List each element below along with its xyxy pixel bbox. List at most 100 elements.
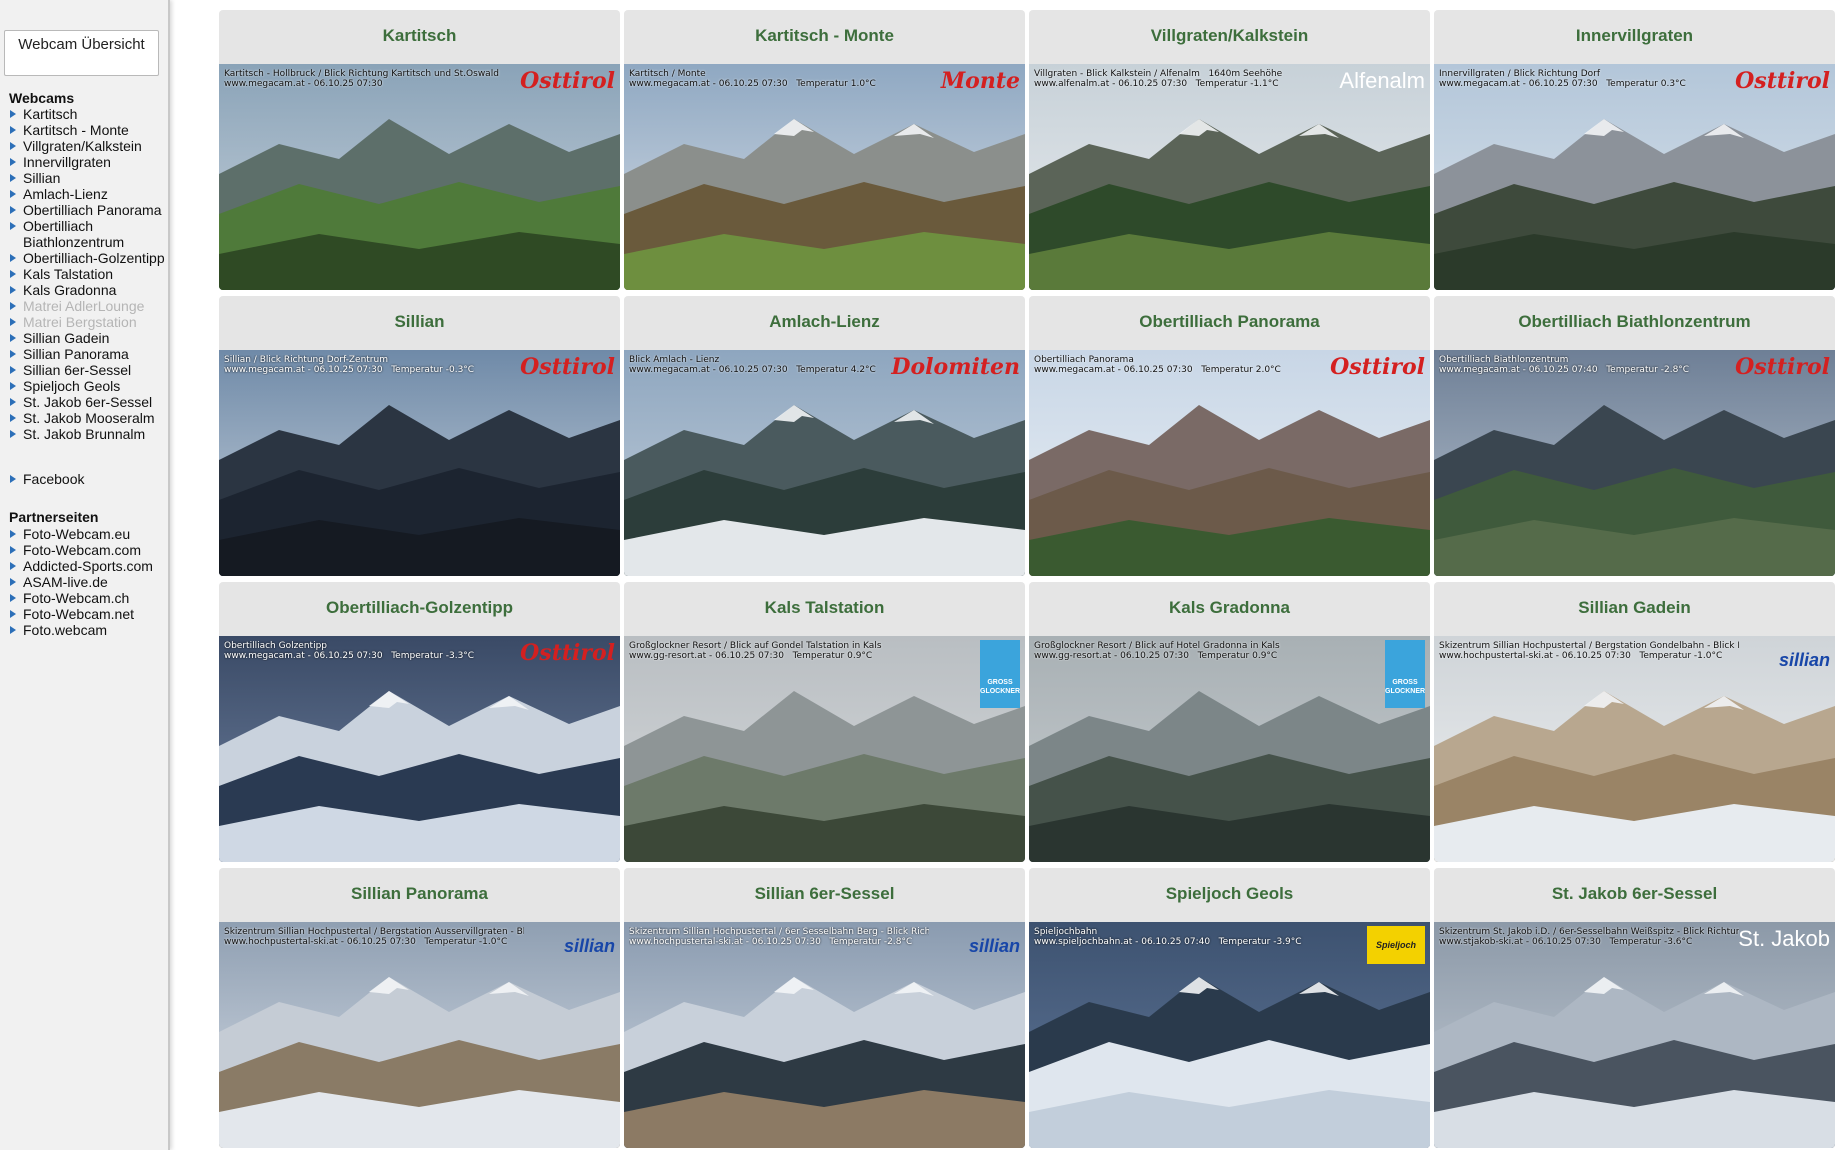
webcam-image-container[interactable]: Blick Amlach - Lienz www.megacam.at - 06… — [624, 350, 1025, 576]
webcam-title[interactable]: Obertilliach Biathlonzentrum — [1434, 296, 1835, 350]
partner-link-foto-webcam-net[interactable]: Foto-Webcam.net — [8, 606, 153, 622]
webcam-tile-innervillgraten[interactable]: Innervillgraten Innervillgraten / Blick … — [1434, 10, 1835, 290]
sidebar-item-sillian-panorama[interactable]: Sillian Panorama — [8, 346, 168, 362]
webcam-image-container[interactable]: Kartitsch / Monte www.megacam.at - 06.10… — [624, 64, 1025, 290]
sidebar-item-st-jakob-brunnalm[interactable]: St. Jakob Brunnalm — [8, 426, 168, 442]
webcam-logo: St. Jakob — [1738, 926, 1830, 951]
webcam-tile-sillian-6er-sessel[interactable]: Sillian 6er-Sessel Skizentrum Sillian Ho… — [624, 868, 1025, 1148]
webcam-image — [624, 64, 1025, 290]
webcam-title[interactable]: Villgraten/Kalkstein — [1029, 10, 1430, 64]
sidebar-item-st-jakob-6er-sessel[interactable]: St. Jakob 6er-Sessel — [8, 394, 168, 410]
webcam-tile-kals-gradonna[interactable]: Kals Gradonna Großglockner Resort / Blic… — [1029, 582, 1430, 862]
webcam-tile-amlach-lienz[interactable]: Amlach-Lienz Blick Amlach - Lienz www.me… — [624, 296, 1025, 576]
webcam-caption: Obertilliach Panorama www.megacam.at - 0… — [1034, 355, 1281, 375]
webcam-title[interactable]: Spieljoch Geols — [1029, 868, 1430, 922]
webcam-image-container[interactable]: Villgraten - Blick Kalkstein / Alfenalm … — [1029, 64, 1430, 290]
webcam-title[interactable]: Kals Talstation — [624, 582, 1025, 636]
sidebar-item-kartitsch-monte[interactable]: Kartitsch - Monte — [8, 122, 168, 138]
webcam-image-container[interactable]: Skizentrum Sillian Hochpustertal / Bergs… — [1434, 636, 1835, 862]
sidebar-item-obertilliach-panorama[interactable]: Obertilliach Panorama — [8, 202, 168, 218]
webcam-caption: Skizentrum Sillian Hochpustertal / 6er S… — [629, 927, 929, 947]
webcam-title[interactable]: Sillian Gadein — [1434, 582, 1835, 636]
sidebar-item-innervillgraten[interactable]: Innervillgraten — [8, 154, 168, 170]
webcam-image-container[interactable]: Obertilliach Biathlonzentrum www.megacam… — [1434, 350, 1835, 576]
webcam-image-container[interactable]: Spieljochbahn www.spieljochbahn.at - 06.… — [1029, 922, 1430, 1148]
webcam-tile-sillian-gadein[interactable]: Sillian Gadein Skizentrum Sillian Hochpu… — [1434, 582, 1835, 862]
webcam-logo: Osttirol — [520, 354, 615, 380]
partner-link-foto-webcam-com[interactable]: Foto-Webcam.com — [8, 542, 153, 558]
webcam-title[interactable]: Kals Gradonna — [1029, 582, 1430, 636]
webcam-image-container[interactable]: Skizentrum Sillian Hochpustertal / 6er S… — [624, 922, 1025, 1148]
webcam-overview-button[interactable]: Webcam Übersicht — [4, 30, 159, 76]
webcam-image-container[interactable]: Großglockner Resort / Blick auf Gondel T… — [624, 636, 1025, 862]
webcam-logo: Osttirol — [1735, 354, 1830, 380]
webcam-image — [1434, 636, 1835, 862]
webcam-title[interactable]: Obertilliach Panorama — [1029, 296, 1430, 350]
webcam-tile-obertilliach-golzentipp[interactable]: Obertilliach-Golzentipp Obertilliach Gol… — [219, 582, 620, 862]
webcam-title[interactable]: Innervillgraten — [1434, 10, 1835, 64]
sidebar-item-amlach-lienz[interactable]: Amlach-Lienz — [8, 186, 168, 202]
webcam-image — [219, 636, 620, 862]
partner-link-foto-webcam-ch[interactable]: Foto-Webcam.ch — [8, 590, 153, 606]
sidebar-item-sillian-6er-sessel[interactable]: Sillian 6er-Sessel — [8, 362, 168, 378]
webcam-caption: Villgraten - Blick Kalkstein / Alfenalm … — [1034, 69, 1283, 89]
webcam-caption: Blick Amlach - Lienz www.megacam.at - 06… — [629, 355, 876, 375]
webcam-image — [624, 922, 1025, 1148]
webcam-image-container[interactable]: Kartitsch - Hollbruck / Blick Richtung K… — [219, 64, 620, 290]
webcam-tile-sillian[interactable]: Sillian Sillian / Blick Richtung Dorf-Ze… — [219, 296, 620, 576]
webcam-image-container[interactable]: Skizentrum St. Jakob i.D. / 6er-Sesselba… — [1434, 922, 1835, 1148]
webcam-image-container[interactable]: Großglockner Resort / Blick auf Hotel Gr… — [1029, 636, 1430, 862]
partner-link-addicted-sports-com[interactable]: Addicted-Sports.com — [8, 558, 153, 574]
webcam-tile-kartitsch-monte[interactable]: Kartitsch - Monte Kartitsch / Monte www.… — [624, 10, 1025, 290]
sidebar-item-obertilliach-biathlonzentrum[interactable]: Obertilliach Biathlonzentrum — [8, 218, 168, 250]
webcam-caption: Sillian / Blick Richtung Dorf-Zentrum ww… — [224, 355, 475, 375]
sidebar-item-kals-gradonna[interactable]: Kals Gradonna — [8, 282, 168, 298]
webcam-title[interactable]: Kartitsch - Monte — [624, 10, 1025, 64]
webcam-logo: GROSS GLOCKNER — [1385, 640, 1425, 708]
sidebar-item-obertilliach-golzentipp[interactable]: Obertilliach-Golzentipp — [8, 250, 168, 266]
webcam-image-container[interactable]: Skizentrum Sillian Hochpustertal / Bergs… — [219, 922, 620, 1148]
partner-link-foto-webcam-eu[interactable]: Foto-Webcam.eu — [8, 526, 153, 542]
webcam-caption: Großglockner Resort / Blick auf Hotel Gr… — [1034, 641, 1280, 661]
webcam-logo: sillian — [563, 936, 615, 956]
webcam-image-container[interactable]: Sillian / Blick Richtung Dorf-Zentrum ww… — [219, 350, 620, 576]
webcam-title[interactable]: Sillian — [219, 296, 620, 350]
sidebar-item-sillian[interactable]: Sillian — [8, 170, 168, 186]
webcam-logo: sillian — [1778, 650, 1830, 670]
webcam-title[interactable]: Amlach-Lienz — [624, 296, 1025, 350]
webcam-image-container[interactable]: Obertilliach Panorama www.megacam.at - 0… — [1029, 350, 1430, 576]
webcam-image-container[interactable]: Innervillgraten / Blick Richtung Dorf ww… — [1434, 64, 1835, 290]
webcam-image — [624, 350, 1025, 576]
facebook-link[interactable]: Facebook — [8, 471, 84, 487]
webcam-title[interactable]: Sillian Panorama — [219, 868, 620, 922]
webcam-title[interactable]: St. Jakob 6er-Sessel — [1434, 868, 1835, 922]
webcam-logo: Osttirol — [1735, 68, 1830, 94]
webcam-tile-kartitsch[interactable]: Kartitsch Kartitsch - Hollbruck / Blick … — [219, 10, 620, 290]
webcam-tile-villgraten-kalkstein[interactable]: Villgraten/Kalkstein Villgraten - Blick … — [1029, 10, 1430, 290]
webcam-tile-sillian-panorama[interactable]: Sillian Panorama Skizentrum Sillian Hoch… — [219, 868, 620, 1148]
webcam-tile-st-jakob-6er-sessel[interactable]: St. Jakob 6er-Sessel Skizentrum St. Jako… — [1434, 868, 1835, 1148]
webcam-tile-kals-talstation[interactable]: Kals Talstation Großglockner Resort / Bl… — [624, 582, 1025, 862]
sidebar-item-matrei-adlerlounge: Matrei AdlerLounge — [8, 298, 168, 314]
webcam-logo: sillian — [968, 936, 1020, 956]
partner-link-foto-webcam[interactable]: Foto.webcam — [8, 622, 153, 638]
webcam-logo: Spieljoch — [1367, 926, 1425, 964]
webcam-title[interactable]: Sillian 6er-Sessel — [624, 868, 1025, 922]
sidebar-item-kals-talstation[interactable]: Kals Talstation — [8, 266, 168, 282]
webcam-logo: Dolomiten — [891, 354, 1020, 380]
sidebar-item-spieljoch-geols[interactable]: Spieljoch Geols — [8, 378, 168, 394]
sidebar-item-st-jakob-mooseralm[interactable]: St. Jakob Mooseralm — [8, 410, 168, 426]
partners-heading: Partnerseiten — [9, 509, 99, 525]
webcam-title[interactable]: Kartitsch — [219, 10, 620, 64]
sidebar-item-kartitsch[interactable]: Kartitsch — [8, 106, 168, 122]
webcam-title[interactable]: Obertilliach-Golzentipp — [219, 582, 620, 636]
partner-link-asam-live-de[interactable]: ASAM-live.de — [8, 574, 153, 590]
webcam-tile-spieljoch-geols[interactable]: Spieljoch Geols Spieljochbahn www.spielj… — [1029, 868, 1430, 1148]
webcam-image — [219, 64, 620, 290]
partner-list: Foto-Webcam.eu Foto-Webcam.com Addicted-Sp… — [8, 526, 153, 638]
sidebar-item-villgraten-kalkstein[interactable]: Villgraten/Kalkstein — [8, 138, 168, 154]
sidebar-item-sillian-gadein[interactable]: Sillian Gadein — [8, 330, 168, 346]
webcam-tile-obertilliach-panorama[interactable]: Obertilliach Panorama Obertilliach Panor… — [1029, 296, 1430, 576]
webcam-tile-obertilliach-biathlonzentrum[interactable]: Obertilliach Biathlonzentrum Obertilliac… — [1434, 296, 1835, 576]
webcam-image-container[interactable]: Obertilliach Golzentipp www.megacam.at -… — [219, 636, 620, 862]
